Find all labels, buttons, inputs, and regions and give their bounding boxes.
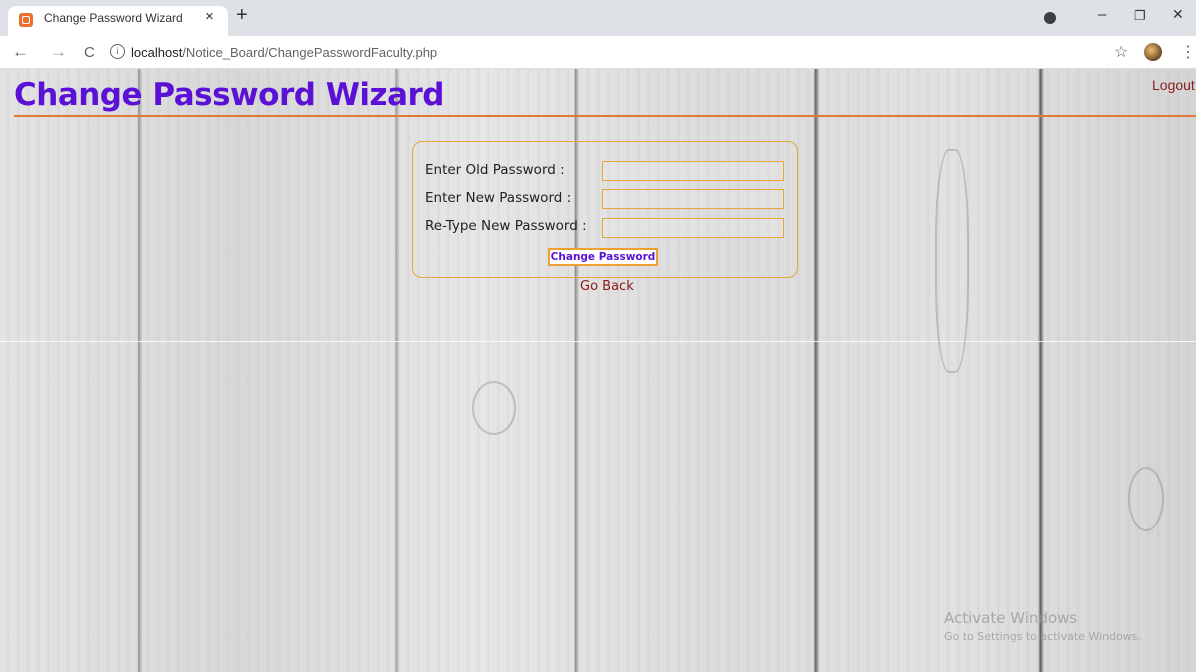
tab-title[interactable]: Change Password Wizard (44, 11, 183, 25)
new-password-input[interactable] (602, 189, 784, 209)
new-password-label: Enter New Password : (425, 190, 572, 206)
reload-icon[interactable]: C (84, 44, 95, 61)
wood-knot-decoration (1128, 467, 1164, 531)
old-password-input[interactable] (602, 161, 784, 181)
go-back-link[interactable]: Go Back (580, 279, 634, 294)
logout-link[interactable]: Logout (1152, 77, 1195, 93)
page-content: Change Password Wizard Logout Enter Old … (0, 69, 1196, 672)
site-favicon-icon (19, 13, 33, 27)
wood-knot-decoration (472, 381, 516, 435)
forward-icon[interactable]: → (50, 42, 67, 62)
retype-password-input[interactable] (602, 218, 784, 238)
retype-password-label: Re-Type New Password : (425, 218, 587, 234)
profile-icon[interactable] (1044, 12, 1056, 24)
old-password-label: Enter Old Password : (425, 162, 565, 178)
site-info-icon[interactable]: i (110, 44, 125, 59)
browser-menu-icon[interactable]: ⋮ (1180, 42, 1196, 62)
avatar[interactable] (1144, 43, 1162, 61)
back-icon[interactable]: ← (12, 42, 29, 62)
page-title: Change Password Wizard (14, 77, 445, 113)
tab-close-icon[interactable]: × (205, 8, 214, 25)
restore-icon[interactable]: ❐ (1134, 8, 1146, 24)
minimize-icon[interactable]: – (1098, 6, 1106, 23)
new-tab-icon[interactable]: + (236, 4, 248, 27)
wood-grain-decoration (935, 149, 969, 373)
url-field[interactable]: localhost/Notice_Board/ChangePasswordFac… (131, 45, 437, 60)
activate-windows-title: Activate Windows (944, 609, 1078, 627)
activate-windows-subtitle: Go to Settings to activate Windows. (944, 630, 1142, 643)
background-seam (0, 341, 1196, 342)
title-divider (14, 115, 1196, 117)
url-path: /Notice_Board/ChangePasswordFaculty.php (182, 45, 438, 60)
tab-bar: Change Password Wizard × + – ❐ ✕ (0, 0, 1196, 36)
bookmark-star-icon[interactable]: ☆ (1114, 42, 1128, 62)
change-password-button[interactable]: Change Password (548, 248, 658, 266)
window-close-icon[interactable]: ✕ (1172, 6, 1184, 23)
url-host: localhost (131, 45, 183, 60)
